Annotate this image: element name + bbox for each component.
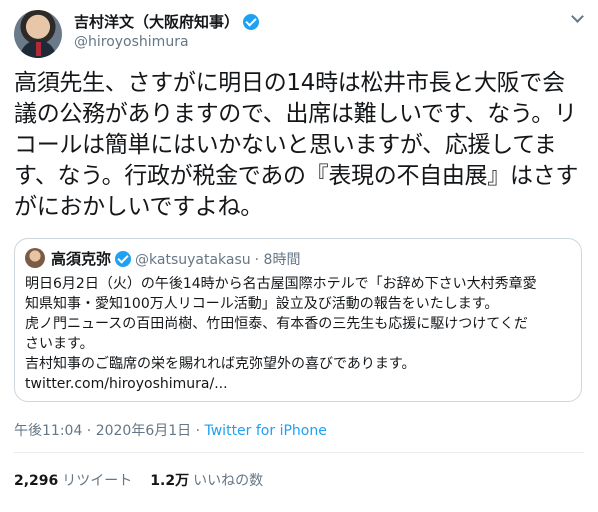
quoted-tweet-text: 明日6月2日（火）の午後14時から名古屋国際ホテルで「お辞め下さい大村秀章愛 知… (25, 274, 573, 394)
tweet-source-link[interactable]: Twitter for iPhone (205, 423, 327, 439)
quoted-author-avatar (25, 248, 45, 268)
quoted-author-name: 高須克弥 (51, 250, 112, 268)
retweets-stat[interactable]: 2,296 リツイート (14, 473, 132, 489)
likes-label: いいねの数 (193, 473, 264, 489)
author-name-text: 吉村洋文（大阪府知事） (74, 13, 240, 31)
tweet-text: 高須先生、さすがに明日の14時は松井市長と大阪で会議の公務がありますので、出席は… (14, 70, 579, 220)
author-name[interactable]: 吉村洋文（大阪府知事） (74, 11, 260, 32)
retweets-count: 2,296 (14, 473, 59, 489)
quoted-line: 知県知事・愛知100万人リコール活動」設立及び活動の報告をいたします。 (25, 296, 499, 312)
tweet-timestamp[interactable]: 午後11:04 · 2020年6月1日 · (14, 423, 205, 439)
verified-badge-icon (115, 251, 132, 267)
author-avatar[interactable] (14, 10, 62, 58)
quoted-line: 虎ノ門ニュースの百田尚樹、竹田恒泰、有本香の三先生も応援に駆けつけてくだ (25, 316, 528, 332)
retweets-label: リツイート (62, 473, 133, 489)
quoted-line: 吉村知事のご臨席の栄を賜れれば克弥望外の喜びであります。 (25, 356, 416, 372)
avatar-tie (36, 42, 41, 56)
verified-badge-icon (243, 14, 260, 30)
divider (14, 452, 584, 453)
quoted-line: さいます。 (25, 336, 94, 352)
likes-stat[interactable]: 1.2万 いいねの数 (150, 473, 263, 489)
quoted-line: 明日6月2日（火）の午後14時から名古屋国際ホテルで「お辞め下さい大村秀章愛 (25, 276, 537, 292)
tweet-stats: 2,296 リツイート 1.2万 いいねの数 (14, 470, 263, 490)
quoted-time: · 8時間 (254, 252, 301, 268)
chevron-down-icon[interactable] (572, 12, 582, 22)
likes-count: 1.2万 (150, 473, 190, 489)
quoted-author-handle: @katsuyatakasu (135, 252, 251, 268)
quoted-author-header: 高須克弥 @katsuyatakasu · 8時間 (51, 248, 300, 269)
tweet-meta: 午後11:04 · 2020年6月1日 · Twitter for iPhone (14, 420, 327, 440)
author-handle[interactable]: @hiroyoshimura (74, 34, 189, 50)
quoted-link[interactable]: twitter.com/hiroyoshimura/... (25, 374, 573, 394)
quoted-tweet-card[interactable]: 高須克弥 @katsuyatakasu · 8時間 明日6月2日（火）の午後14時か… (14, 238, 582, 402)
